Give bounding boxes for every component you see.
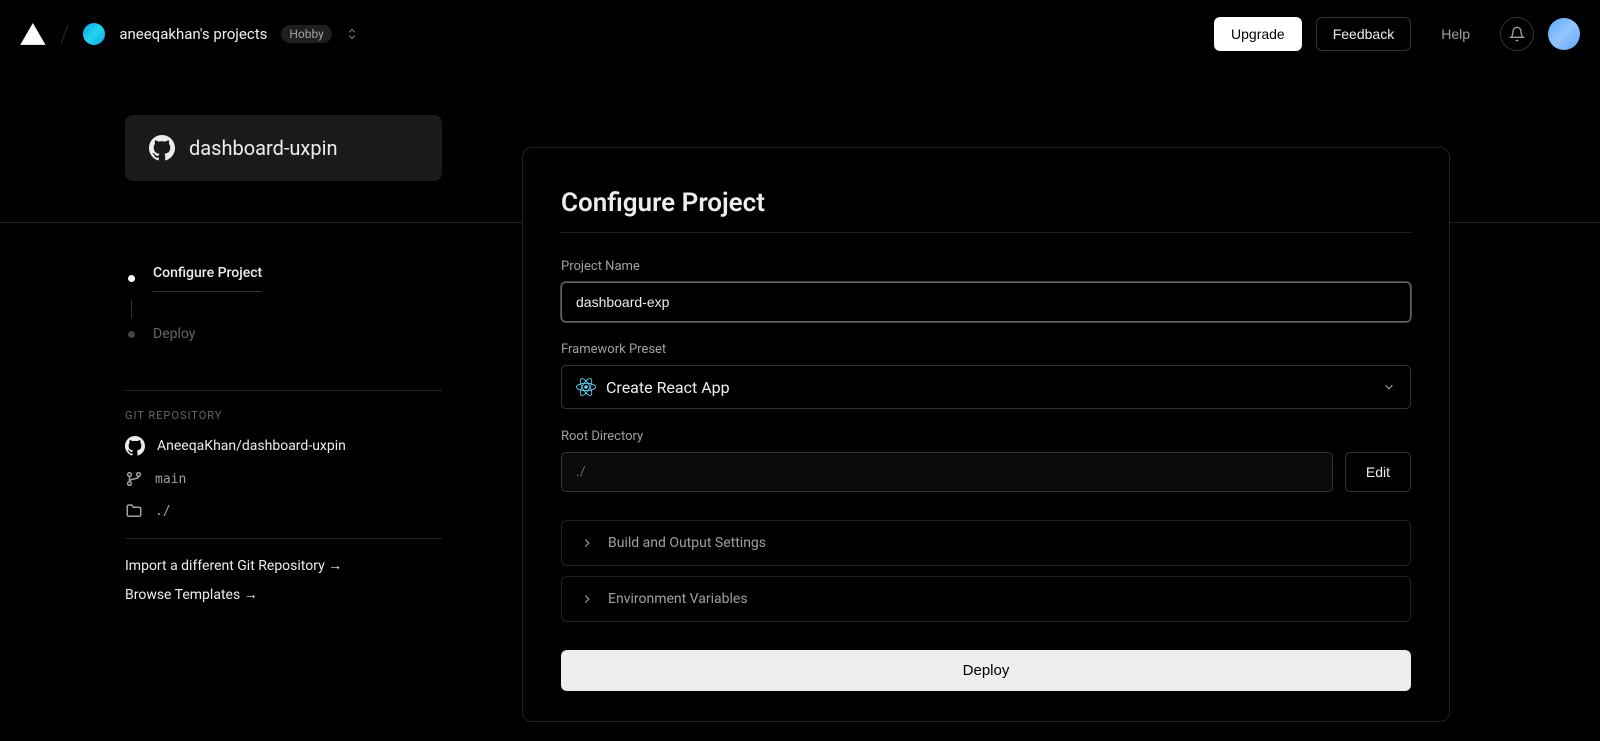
git-repo-name: AneeqaKhan/dashboard-uxpin xyxy=(157,438,346,454)
framework-value: Create React App xyxy=(606,378,730,397)
build-settings-label: Build and Output Settings xyxy=(608,535,766,551)
plan-badge: Hobby xyxy=(281,25,332,43)
root-dir-input: ./ xyxy=(561,452,1333,492)
git-branch-row: main xyxy=(125,470,442,488)
framework-select[interactable]: Create React App xyxy=(561,365,1411,409)
top-header: / aneeqakhan's projects Hobby Upgrade Fe… xyxy=(0,0,1600,68)
breadcrumb-slash: / xyxy=(60,20,69,48)
team-name[interactable]: aneeqakhan's projects xyxy=(119,25,267,43)
env-vars-accordion[interactable]: Environment Variables xyxy=(561,576,1411,622)
chevron-right-icon xyxy=(580,592,594,606)
framework-label: Framework Preset xyxy=(561,342,1411,357)
chevron-down-icon xyxy=(1382,380,1396,394)
git-branch-name: main xyxy=(155,472,186,487)
upgrade-button[interactable]: Upgrade xyxy=(1214,17,1302,51)
root-dir-label: Root Directory xyxy=(561,429,1411,444)
folder-icon xyxy=(125,502,143,520)
vercel-logo[interactable] xyxy=(20,21,46,47)
feedback-button[interactable]: Feedback xyxy=(1316,17,1411,51)
project-name-input[interactable] xyxy=(561,282,1411,322)
step-configure[interactable]: Configure Project xyxy=(125,257,442,300)
build-settings-accordion[interactable]: Build and Output Settings xyxy=(561,520,1411,566)
setup-steps: Configure Project Deploy xyxy=(125,257,442,350)
step-configure-label: Configure Project xyxy=(153,265,262,292)
git-dir-value: ./ xyxy=(155,504,171,519)
user-avatar[interactable] xyxy=(1548,18,1580,50)
team-avatar[interactable] xyxy=(83,23,105,45)
deploy-button[interactable]: Deploy xyxy=(561,650,1411,691)
help-button[interactable]: Help xyxy=(1425,18,1486,50)
react-icon xyxy=(576,377,596,397)
repo-card: dashboard-uxpin xyxy=(125,115,442,181)
git-heading: GIT REPOSITORY xyxy=(125,409,442,422)
repo-card-name: dashboard-uxpin xyxy=(189,136,338,160)
browse-templates-link[interactable]: Browse Templates → xyxy=(125,586,442,603)
step-deploy-label: Deploy xyxy=(153,326,195,342)
branch-icon xyxy=(125,470,143,488)
scope-switcher-icon[interactable] xyxy=(346,27,358,41)
step-deploy[interactable]: Deploy xyxy=(125,318,442,350)
github-icon xyxy=(125,436,145,456)
git-dir-row: ./ xyxy=(125,502,442,520)
github-icon xyxy=(149,135,175,161)
import-repo-link[interactable]: Import a different Git Repository → xyxy=(125,557,442,574)
project-name-label: Project Name xyxy=(561,259,1411,274)
sidebar: Configure Project Deploy GIT REPOSITORY … xyxy=(125,257,442,722)
notifications-button[interactable] xyxy=(1500,17,1534,51)
env-vars-label: Environment Variables xyxy=(608,591,748,607)
chevron-right-icon xyxy=(580,536,594,550)
bell-icon xyxy=(1509,26,1525,42)
edit-root-button[interactable]: Edit xyxy=(1345,452,1411,492)
form-title: Configure Project xyxy=(561,188,1411,218)
configure-form: Configure Project Project Name Framework… xyxy=(522,147,1450,722)
git-repo-row: AneeqaKhan/dashboard-uxpin xyxy=(125,436,442,456)
